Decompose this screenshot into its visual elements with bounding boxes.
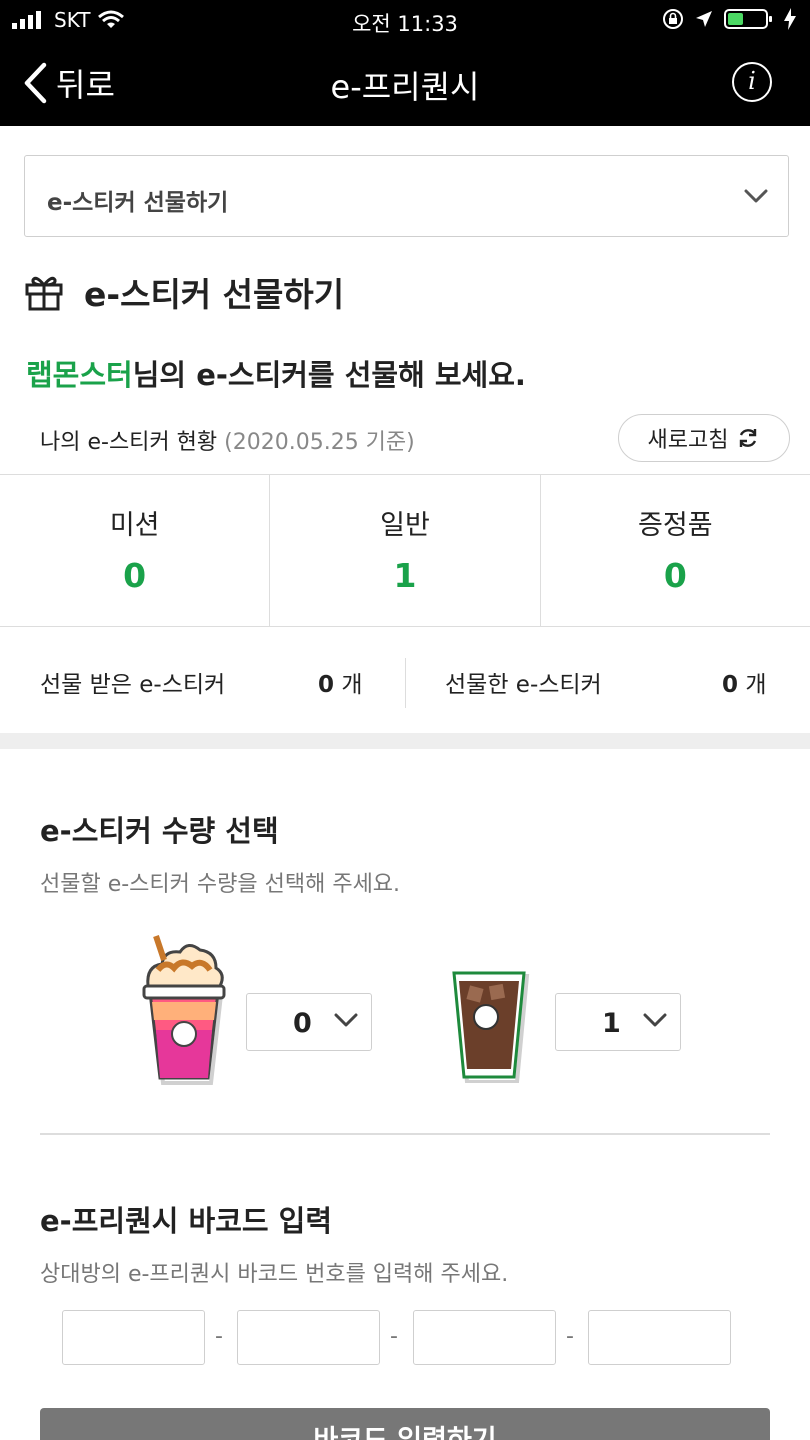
count-value: 1 <box>393 556 417 595</box>
sticker-counts: 미션 0 일반 1 증정품 0 <box>0 474 810 627</box>
status-label: 나의 e-스티커 현황 <box>40 430 218 455</box>
sent-value: 0 <box>722 672 739 698</box>
barcode-separator: - <box>390 1324 398 1349</box>
sticker-status: 나의 e-스티커 현황 (2020.05.25 기준) <box>40 424 415 456</box>
barcode-fields: - - - <box>62 1310 752 1365</box>
user-name: 랩몬스터 <box>26 358 133 392</box>
chevron-down-icon <box>744 189 768 203</box>
quantity-select-frappuccino[interactable]: 0 <box>246 993 372 1051</box>
menu-select-value: e-스티커 선물하기 <box>47 190 229 216</box>
divider <box>405 658 406 708</box>
count-value: 0 <box>663 556 687 595</box>
page-title: e-프리퀀시 <box>330 68 480 106</box>
chevron-down-icon <box>643 1013 667 1027</box>
status-bar: SKT 오전 11:33 <box>0 0 810 42</box>
barcode-separator: - <box>566 1324 574 1349</box>
count-gift: 증정품 0 <box>541 475 810 626</box>
quantity-title: e-스티커 수량 선택 <box>40 814 279 848</box>
count-label: 증정품 <box>638 510 713 541</box>
divider <box>40 1133 770 1135</box>
gift-summary: 선물 받은 e-스티커 0 개 선물한 e-스티커 0 개 <box>0 640 810 720</box>
sent-count: 0 개 <box>722 665 767 699</box>
barcode-subtitle: 상대방의 e-프리퀀시 바코드 번호를 입력해 주세요. <box>40 1262 509 1287</box>
nav-bar: 뒤로 e-프리퀀시 i <box>0 42 810 126</box>
count-normal: 일반 1 <box>270 475 541 626</box>
battery-icon <box>724 9 772 29</box>
barcode-title: e-프리퀀시 바코드 입력 <box>40 1204 333 1238</box>
info-icon[interactable]: i <box>732 62 772 102</box>
count-label: 미션 <box>109 510 160 541</box>
orientation-lock-icon <box>663 9 683 29</box>
received-label: 선물 받은 e-스티커 <box>40 672 226 698</box>
quantity-select-iced-coffee[interactable]: 1 <box>555 993 681 1051</box>
refresh-icon <box>740 429 757 447</box>
quantity-value: 0 <box>293 1008 312 1039</box>
greeting: 랩몬스터님의 e-스티커를 선물해 보세요. <box>26 352 526 394</box>
quantity-subtitle: 선물할 e-스티커 수량을 선택해 주세요. <box>40 872 401 897</box>
sent-unit: 개 <box>745 672 767 698</box>
iced-coffee-icon <box>452 971 530 1083</box>
section-title: e-스티커 선물하기 <box>84 275 345 314</box>
count-value: 0 <box>123 556 147 595</box>
barcode-field-4[interactable] <box>588 1310 731 1365</box>
frappuccino-icon <box>142 935 226 1085</box>
received-count: 0 개 <box>318 665 363 699</box>
gift-icon <box>25 276 63 311</box>
count-label: 일반 <box>380 510 430 541</box>
received-value: 0 <box>318 672 335 698</box>
barcode-field-2[interactable] <box>237 1310 380 1365</box>
barcode-separator: - <box>215 1324 223 1349</box>
barcode-field-3[interactable] <box>413 1310 556 1365</box>
section-separator <box>0 733 810 749</box>
quantity-value: 1 <box>602 1008 621 1039</box>
barcode-field-1[interactable] <box>62 1310 205 1365</box>
chevron-down-icon <box>334 1013 358 1027</box>
sent-label: 선물한 e-스티커 <box>445 672 602 698</box>
status-date: (2020.05.25 기준) <box>224 430 415 455</box>
received-unit: 개 <box>341 672 363 698</box>
charging-icon <box>784 8 796 30</box>
section-header: e-스티커 선물하기 <box>24 268 344 316</box>
barcode-submit-button[interactable]: 바코드 입력하기 <box>40 1408 770 1440</box>
refresh-label: 새로고침 <box>647 428 729 453</box>
greeting-text: 님의 e-스티커를 선물해 보세요. <box>132 358 526 392</box>
refresh-button[interactable]: 새로고침 <box>618 414 790 462</box>
count-mission: 미션 0 <box>0 475 271 626</box>
location-icon <box>696 11 712 27</box>
menu-select[interactable]: e-스티커 선물하기 <box>24 155 789 237</box>
